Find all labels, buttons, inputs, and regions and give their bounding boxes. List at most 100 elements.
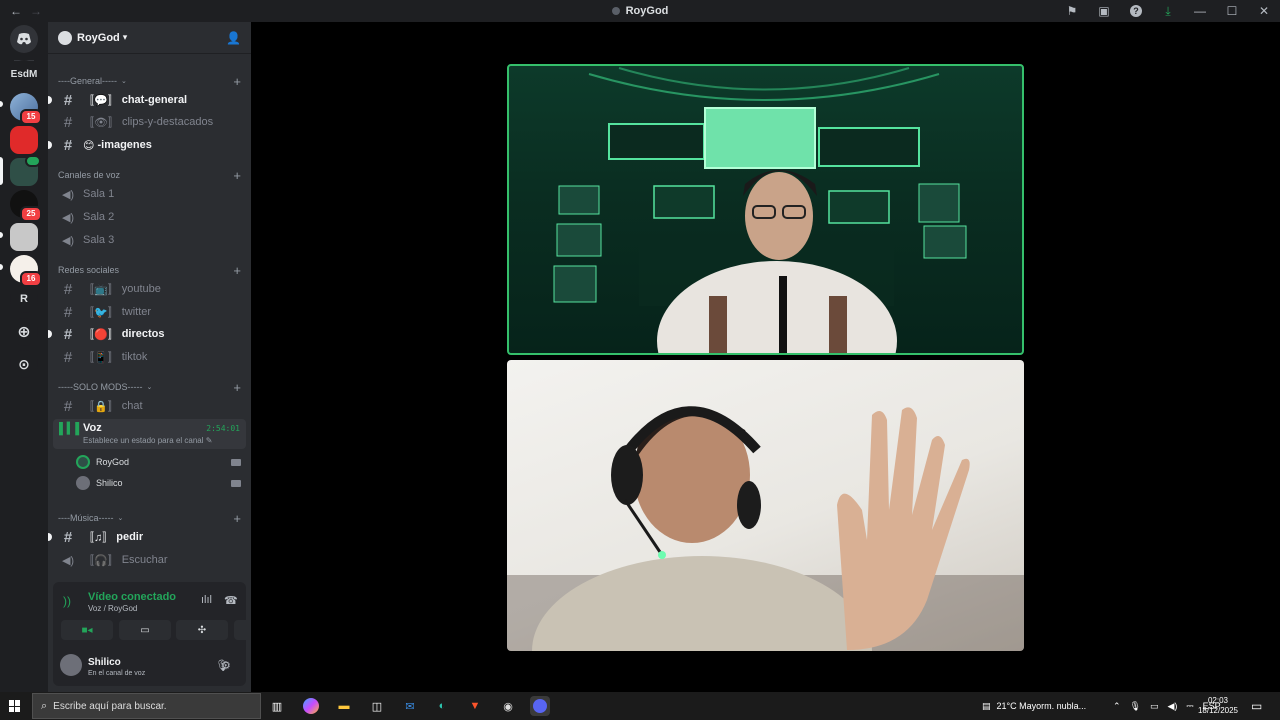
add-channel-icon[interactable]: + — [233, 380, 241, 395]
lock-icon: 〚🔒〛 — [83, 401, 119, 413]
hash-icon: # — [63, 91, 73, 109]
server-icon-1[interactable]: 15 — [10, 93, 42, 125]
live-badge — [25, 155, 41, 167]
add-server-icon[interactable]: ⊕ — [10, 318, 38, 346]
channel-voz-active[interactable]: ▌▍▌ Voz 2:54:01 Establece un estado para… — [53, 419, 246, 449]
webcam-feed-roygod — [553, 67, 967, 353]
channel-sidebar: RoyGod ▾ 👤 ----General----- ⌄ + # 〚💬〛 chat-g… — [48, 22, 286, 692]
category-social[interactable]: Redes sociales + — [58, 263, 241, 278]
brave-icon[interactable]: ▼ — [465, 696, 485, 716]
close-button[interactable]: ✕ — [1248, 0, 1280, 22]
copilot-icon[interactable] — [303, 698, 319, 714]
discover-icon[interactable]: ⊙ — [10, 350, 38, 378]
download-icon[interactable]: ⤓ — [1152, 0, 1184, 22]
add-channel-icon[interactable]: + — [233, 263, 241, 278]
server-icon-3[interactable]: 25 — [10, 190, 42, 222]
weather-widget[interactable]: ▤ 21°C Mayorm. nubla... — [982, 692, 1086, 720]
eye-icon: 〚👁〛 — [83, 117, 119, 129]
hash-icon: # — [63, 136, 73, 154]
mention-badge: 25 — [20, 206, 42, 222]
channel-twitter[interactable]: # 〚🐦〛 twitter — [53, 302, 246, 322]
flag-icon[interactable]: ⚑ — [1056, 0, 1088, 22]
category-musica[interactable]: ----Música----- ⌄ + — [58, 511, 241, 526]
taskbar-search[interactable]: ⌕ Escribe aquí para buscar. — [32, 693, 261, 719]
headphones-icon: 〚🎧〛 — [83, 555, 119, 567]
server-icon-roygod[interactable] — [10, 155, 41, 186]
hash-icon: # — [63, 303, 73, 321]
channel-chat-general[interactable]: # 〚💬〛 chat-general — [48, 90, 246, 110]
voice-user-shilico[interactable]: Shilico — [76, 474, 241, 492]
channel-chat[interactable]: # 〚🔒〛 chat — [53, 396, 246, 416]
maximize-button[interactable]: ☐ — [1216, 0, 1248, 22]
hash-icon: # — [63, 397, 73, 415]
server-esdm[interactable]: EsdM — [10, 60, 38, 88]
channel-directos[interactable]: # 〚🔴〛 directos — [48, 324, 246, 344]
speaker-icon: ◀) — [61, 554, 75, 567]
usb-icon[interactable]: ⎓ — [1186, 701, 1193, 712]
channel-sala2[interactable]: ◀) Sala 2 — [53, 207, 246, 227]
server-r[interactable]: R — [10, 285, 38, 313]
video-tile-roygod[interactable] — [507, 64, 1024, 355]
task-view-icon[interactable]: ▥ — [267, 696, 287, 716]
camera-button[interactable]: ■◂ — [61, 620, 113, 640]
server-icon-5[interactable]: 16 — [10, 255, 42, 287]
back-arrow-icon[interactable]: ← — [10, 4, 22, 18]
channel-tiktok[interactable]: # 〚📱〛 tiktok — [53, 347, 246, 367]
server-header[interactable]: RoyGod ▾ 👤 — [48, 22, 251, 54]
volume-icon[interactable]: ◀) — [1168, 701, 1178, 712]
hash-icon: # — [63, 528, 73, 546]
file-explorer-icon[interactable]: ▬ — [334, 696, 354, 716]
unread-pill — [0, 232, 3, 238]
edge-icon[interactable]: ◐ — [432, 696, 452, 716]
screen-share-button[interactable]: ▭ — [119, 620, 171, 640]
microphone-icon[interactable]: 🎙 — [1130, 701, 1141, 712]
invite-people-icon[interactable]: 👤 — [226, 31, 241, 45]
channel-imagenes[interactable]: # 😊 -imagenes — [48, 135, 246, 155]
channel-sala1[interactable]: ◀) Sala 1 — [53, 184, 246, 204]
unread-indicator — [48, 141, 52, 149]
notification-icon[interactable]: ▭ — [1251, 692, 1262, 720]
voice-status-subtitle[interactable]: Voz / RoyGod — [88, 604, 137, 613]
system-clock[interactable]: 02:03 18/12/2025 — [1198, 696, 1238, 716]
chevron-down-icon: ⌄ — [146, 384, 153, 391]
discord-taskbar-icon[interactable] — [530, 696, 550, 716]
disconnect-icon[interactable]: ☎ — [224, 594, 238, 607]
category-general[interactable]: ----General----- ⌄ + — [58, 74, 241, 89]
channel-escuchar[interactable]: ◀) 〚🎧〛 Escuchar — [53, 550, 246, 570]
avatar[interactable] — [60, 654, 82, 676]
add-channel-icon[interactable]: + — [233, 74, 241, 89]
noise-suppression-icon[interactable]: ılıl — [201, 594, 212, 606]
activities-button[interactable]: ✣ — [176, 620, 228, 640]
smile-emoji-icon: 😊 — [83, 139, 95, 152]
unread-pill — [0, 101, 3, 107]
unread-indicator — [48, 330, 52, 338]
chevron-up-icon[interactable]: ⌃ — [1113, 701, 1121, 712]
minimize-button[interactable]: — — [1184, 0, 1216, 22]
server-icon-4[interactable] — [10, 223, 38, 251]
forward-arrow-icon[interactable]: → — [30, 4, 42, 18]
channel-status-prompt[interactable]: Establece un estado para el canal ✎ — [83, 436, 212, 445]
add-channel-icon[interactable]: + — [233, 168, 241, 183]
video-tile-shilico[interactable] — [507, 360, 1024, 651]
voice-timer: 2:54:01 — [206, 424, 240, 433]
obs-icon[interactable]: ◉ — [498, 696, 518, 716]
channel-clips[interactable]: # 〚👁〛 clips-y-destacados — [53, 112, 246, 132]
hash-icon: # — [63, 348, 73, 366]
channel-sala3[interactable]: ◀) Sala 3 — [53, 230, 246, 250]
channel-pedir[interactable]: # 〚♫〛 pedir — [48, 527, 246, 547]
add-channel-icon[interactable]: + — [233, 511, 241, 526]
settings-gear-icon[interactable]: ⚙ — [221, 659, 231, 672]
category-voice[interactable]: Canales de voz + — [58, 168, 241, 183]
help-icon[interactable]: ? — [1120, 0, 1152, 22]
network-icon[interactable]: ▭ — [1150, 701, 1159, 712]
voice-user-roygod[interactable]: RoyGod — [76, 453, 241, 471]
discord-home-icon[interactable] — [10, 25, 38, 53]
channel-youtube[interactable]: # 〚📺〛 youtube — [53, 279, 246, 299]
windows-start-icon[interactable] — [9, 700, 21, 712]
user-status: En el canal de voz — [88, 670, 146, 677]
screen-share-icon[interactable]: ▣ — [1088, 0, 1120, 22]
mail-icon[interactable]: ✉ — [400, 696, 420, 716]
store-icon[interactable]: ◫ — [367, 696, 387, 716]
server-icon-2[interactable] — [10, 126, 38, 154]
category-mods[interactable]: -----SOLO MODS----- ⌄ + — [58, 380, 241, 395]
